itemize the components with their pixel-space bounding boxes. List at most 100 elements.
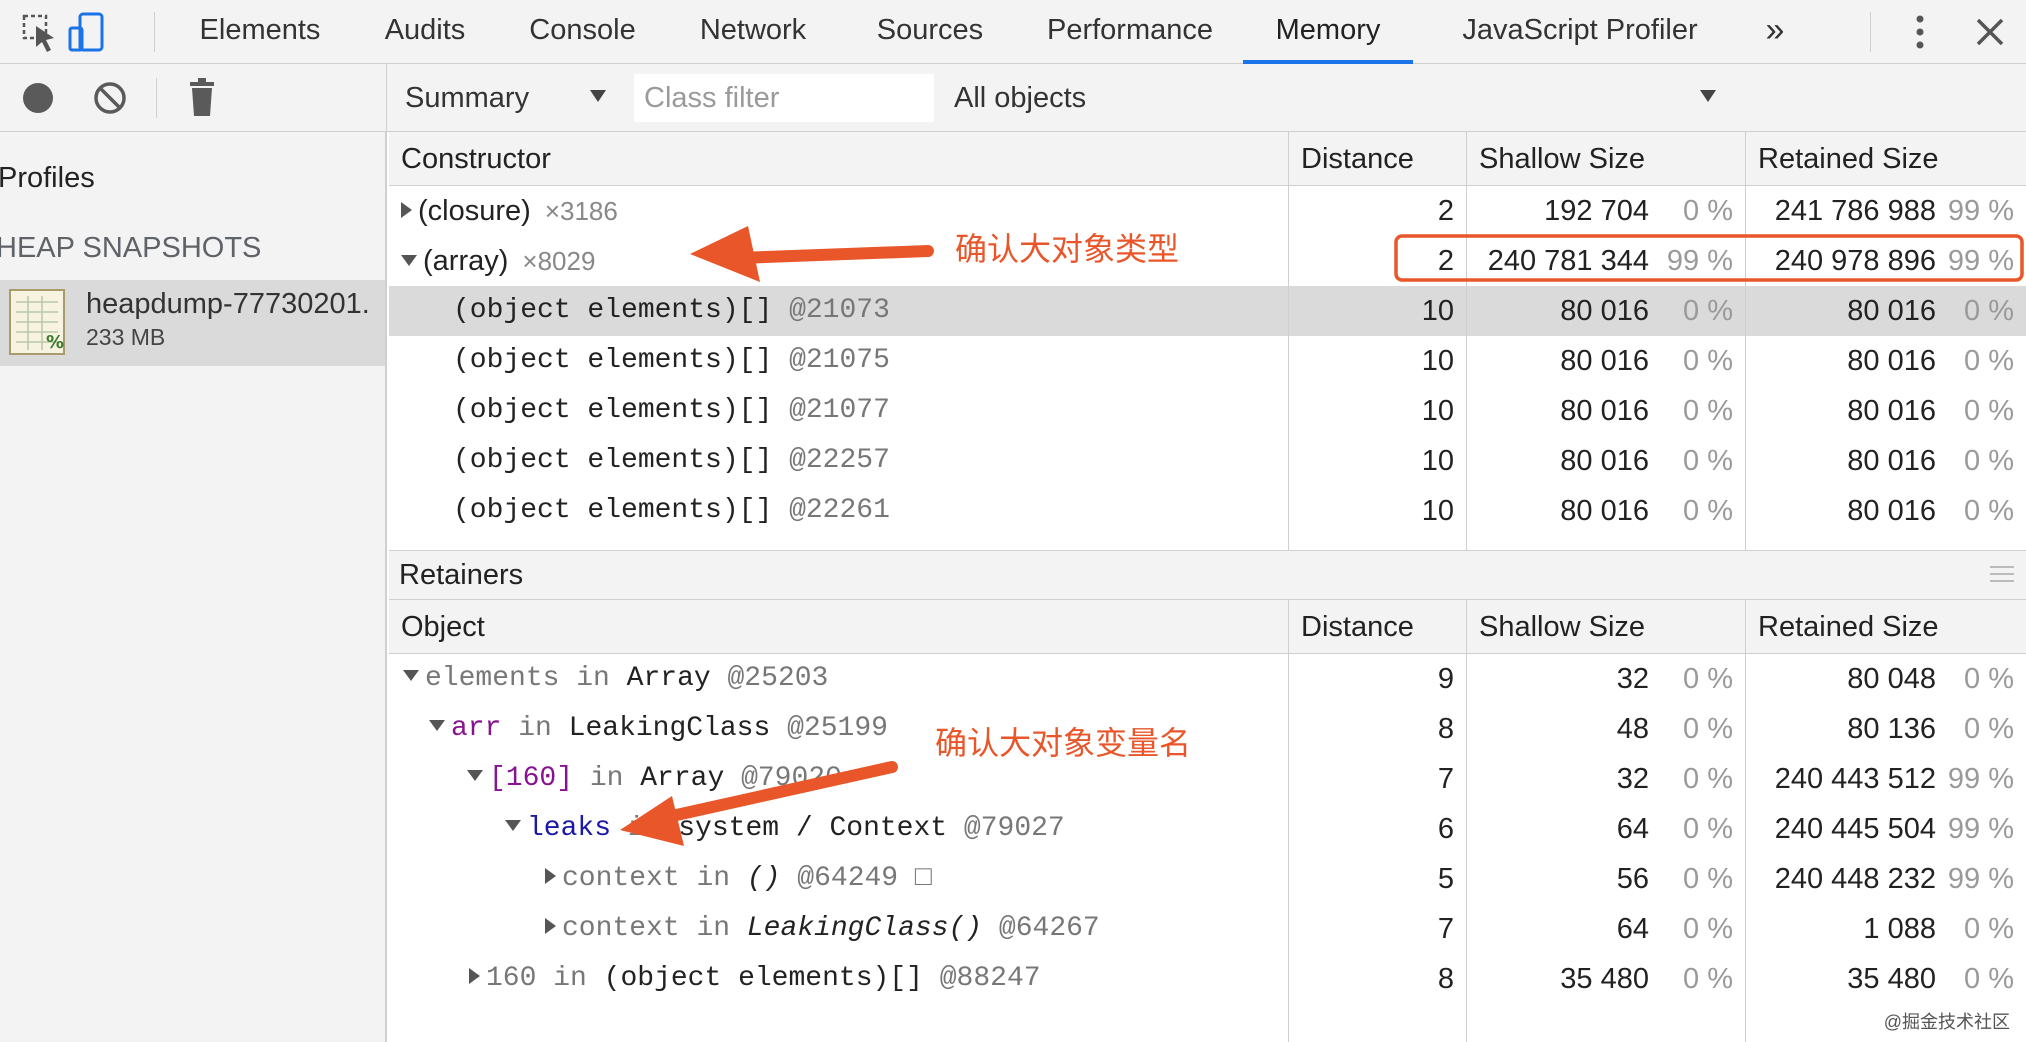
distance-value: 2 — [1437, 195, 1454, 227]
object-id: @25203 — [727, 663, 829, 694]
shallow-size-value: 48 — [1616, 713, 1649, 745]
tab-elements[interactable]: Elements — [185, 0, 335, 63]
object-id: @21075 — [789, 345, 890, 376]
retainer-type: Array — [626, 663, 711, 694]
resize-handle-icon[interactable] — [1990, 565, 2014, 583]
memory-toolbar: Summary All objects — [0, 64, 2026, 132]
in-keyword: in — [589, 763, 624, 794]
retainer-type: (object elements)[] — [603, 963, 923, 994]
expand-triangle-icon[interactable] — [469, 967, 480, 984]
retained-size-percent: 99 % — [1947, 245, 2014, 277]
column-header-shallow-size[interactable]: Shallow Size — [1467, 132, 1645, 186]
view-select[interactable]: Summary — [405, 77, 529, 119]
table-row[interactable]: (object elements)[] @21077 10 80 016 0 %… — [389, 386, 2026, 436]
table-row[interactable]: context in LeakingClass() @64267 7 64 0 … — [389, 904, 2026, 954]
distance-value: 10 — [1421, 395, 1454, 427]
inspect-element-icon[interactable] — [18, 10, 62, 54]
retainer-type: Array — [640, 763, 725, 794]
expand-triangle-icon[interactable] — [545, 917, 556, 934]
column-divider — [1288, 600, 1289, 1042]
shallow-size-value: 32 — [1616, 663, 1649, 695]
object-name: (object elements)[] @21075 — [453, 336, 890, 386]
shallow-size-percent: 0 % — [1683, 445, 1733, 477]
retained-size-value: 35 480 — [1847, 963, 1936, 995]
table-row[interactable]: [160] in Array @79020 7 32 0 % 240 443 5… — [389, 754, 2026, 804]
snapshot-item[interactable]: % heapdump-77730201. 233 MB — [0, 280, 385, 366]
table-row[interactable]: context in () @64249 □ 5 56 0 % 240 448 … — [389, 854, 2026, 904]
expand-triangle-icon[interactable] — [401, 202, 412, 219]
record-icon[interactable] — [20, 80, 56, 116]
tab-sources[interactable]: Sources — [860, 0, 1000, 63]
column-header-distance[interactable]: Distance — [1289, 600, 1414, 654]
table-row[interactable]: (object elements)[] @22261 10 80 016 0 %… — [389, 486, 2026, 536]
table-row[interactable]: (object elements)[] @21075 10 80 016 0 %… — [389, 336, 2026, 386]
retainer-path: context in () @64249 □ — [545, 854, 932, 904]
objects-select[interactable]: All objects — [954, 77, 1086, 119]
toolbar-divider — [154, 12, 155, 52]
tab-memory[interactable]: Memory — [1243, 0, 1413, 64]
watermark-text: @掘金技术社区 — [1883, 1012, 2010, 1032]
column-header-retained-size[interactable]: Retained Size — [1746, 600, 1939, 654]
retained-size-value: 240 445 504 — [1774, 813, 1936, 845]
table-row[interactable]: leaks in system / Context @79027 6 64 0 … — [389, 804, 2026, 854]
column-header-distance[interactable]: Distance — [1289, 132, 1414, 186]
svg-text:%: % — [46, 332, 64, 353]
table-row[interactable]: (object elements)[] @22257 10 80 016 0 %… — [389, 436, 2026, 486]
device-toolbar-icon[interactable] — [64, 10, 108, 54]
retained-size-value: 80 136 — [1847, 713, 1936, 745]
retainer-type: () — [746, 863, 781, 894]
in-keyword: in — [576, 663, 610, 694]
constructor-grid: Constructor Distance Shallow Size Retain… — [389, 132, 2026, 550]
tab-performance[interactable]: Performance — [1030, 0, 1230, 63]
retained-size-percent: 0 % — [1964, 445, 2014, 477]
close-icon[interactable] — [1968, 10, 2012, 54]
table-row[interactable]: elements in Array @25203 9 32 0 % 80 048… — [389, 654, 2026, 704]
class-filter-input[interactable] — [634, 74, 934, 122]
column-header-constructor[interactable]: Constructor — [389, 132, 551, 186]
column-header-retained-size[interactable]: Retained Size — [1746, 132, 1939, 186]
table-row[interactable]: arr in LeakingClass @25199 8 48 0 % 80 1… — [389, 704, 2026, 754]
retained-size-value: 1 088 — [1863, 913, 1936, 945]
snapshot-file-icon: % — [9, 289, 65, 355]
object-id: @64267 — [998, 913, 1100, 944]
shallow-size-value: 56 — [1616, 863, 1649, 895]
chevron-down-icon[interactable] — [1700, 90, 1716, 102]
column-divider — [1745, 132, 1746, 550]
shallow-size-percent: 0 % — [1683, 763, 1733, 795]
retainers-bar[interactable]: Retainers — [389, 550, 2026, 600]
object-id: @25199 — [787, 713, 888, 744]
chevron-down-icon[interactable] — [590, 90, 606, 102]
in-keyword: in — [696, 863, 731, 894]
shallow-size-percent: 0 % — [1683, 663, 1733, 695]
object-label: (object elements)[] — [453, 395, 773, 426]
table-row[interactable]: (closure) ×3186 2 192 704 0 % 241 786 988… — [389, 186, 2026, 236]
tab-audits[interactable]: Audits — [365, 0, 485, 63]
table-row[interactable]: (object elements)[] @21073 10 80 016 0 %… — [389, 286, 2026, 336]
tab-console[interactable]: Console — [510, 0, 655, 63]
collapse-triangle-icon[interactable] — [429, 720, 445, 732]
collapse-triangle-icon[interactable] — [403, 670, 419, 682]
shallow-size-percent: 0 % — [1683, 813, 1733, 845]
collapse-triangle-icon[interactable] — [505, 820, 521, 832]
expand-triangle-icon[interactable] — [545, 867, 556, 884]
tab-javascript-profiler[interactable]: JavaScript Profiler — [1435, 0, 1725, 63]
garbage-collect-icon[interactable] — [186, 78, 218, 118]
kebab-menu-icon[interactable] — [1898, 10, 1942, 54]
collapse-triangle-icon[interactable] — [467, 770, 483, 782]
table-row[interactable]: (array) ×8029 2 240 781 344 99 % 240 978 … — [389, 236, 2026, 286]
in-keyword: in — [518, 713, 552, 744]
annotation-label-variable: 确认大对象变量名 — [935, 724, 1192, 762]
shallow-size-percent: 0 % — [1683, 495, 1733, 527]
column-header-shallow-size[interactable]: Shallow Size — [1467, 600, 1645, 654]
retained-size-value: 80 016 — [1847, 495, 1936, 527]
retainer-type: LeakingClass() — [746, 913, 983, 944]
column-header-object[interactable]: Object — [389, 600, 485, 654]
clear-icon[interactable] — [92, 80, 128, 116]
distance-value: 6 — [1437, 813, 1454, 845]
heap-snapshots-section: HEAP SNAPSHOTS — [0, 232, 262, 264]
more-tabs-icon[interactable]: » — [1755, 0, 1795, 63]
tab-network[interactable]: Network — [688, 0, 818, 63]
collapse-triangle-icon[interactable] — [401, 254, 417, 266]
table-row[interactable]: 160 in (object elements)[] @88247 8 35 4… — [389, 954, 2026, 1004]
retained-size-percent: 0 % — [1964, 963, 2014, 995]
